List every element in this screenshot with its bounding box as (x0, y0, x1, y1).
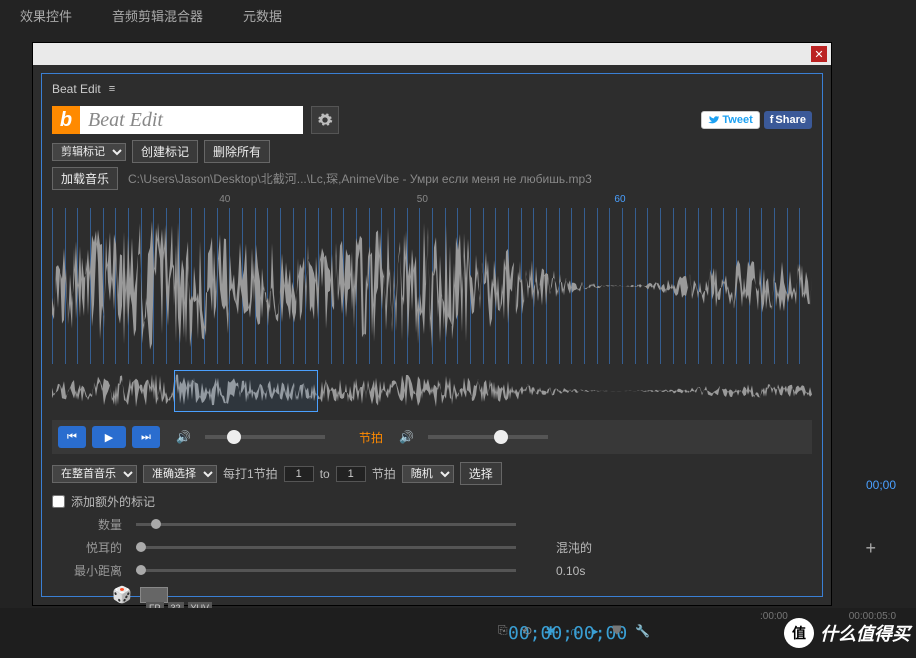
precision-dropdown[interactable]: 准确选择 (143, 465, 217, 483)
facebook-icon: f (770, 114, 774, 126)
share-button[interactable]: f Share (764, 111, 812, 129)
to-label: to (320, 467, 330, 481)
waveform-overview[interactable] (52, 370, 812, 412)
wrench-icon[interactable]: 🔧 (635, 624, 650, 638)
mindist-row: 最小距离 0.10s (52, 562, 812, 579)
random-dropdown[interactable]: 随机 (402, 465, 454, 483)
plus-icon[interactable]: + (865, 538, 876, 559)
menu-item[interactable]: 元数据 (243, 6, 282, 25)
logo-box: b Beat Edit (52, 106, 303, 134)
watermark-badge: 值 (784, 618, 814, 648)
time-ruler: 40 50 60 (52, 194, 812, 208)
volume-icon: 🔊 (176, 430, 191, 444)
detect-row: 在整首音乐 准确选择 每打1节拍 to 节拍 随机 选择 (52, 462, 812, 485)
scope-dropdown[interactable]: 在整首音乐 (52, 465, 137, 483)
snap-icon[interactable]: ✱ (546, 624, 556, 638)
chaotic-label: 混沌的 (556, 539, 592, 556)
amount-label: 数量 (52, 516, 122, 533)
beat-volume-slider[interactable] (428, 435, 548, 439)
top-menu: 效果控件 音频剪辑混合器 元数据 (0, 0, 916, 30)
dice-row: 🎲 (112, 585, 812, 605)
load-music-button[interactable]: 加载音乐 (52, 167, 118, 190)
marker-controls-row: 剪辑标记 创建标记 删除所有 (52, 140, 812, 163)
logo-icon: b (52, 106, 80, 134)
select-button[interactable]: 选择 (460, 462, 502, 485)
close-button[interactable]: ✕ (811, 46, 827, 62)
extra-checkbox-row: 添加额外的标记 (52, 493, 812, 510)
marker-tool-icon[interactable]: ▸ (592, 624, 598, 638)
menu-item[interactable]: 效果控件 (20, 6, 72, 25)
hamburger-icon[interactable]: ≡ (109, 83, 115, 95)
dice-icon[interactable]: 🎲 (112, 585, 132, 605)
ruler-tick-current: 60 (614, 194, 625, 205)
app-title: Beat Edit (80, 109, 303, 132)
mindist-label: 最小距离 (52, 562, 122, 579)
load-row: 加载音乐 C:\Users\Jason\Desktop\北截河...\Lc,琛,… (52, 167, 812, 190)
play-button[interactable]: ▶ (92, 426, 126, 448)
shield-icon[interactable]: ⛊ (612, 623, 621, 638)
to-input[interactable] (336, 466, 366, 482)
title-row: b Beat Edit Tweet f Share (52, 106, 812, 134)
prev-button[interactable]: ⏮ (58, 426, 86, 448)
ruler-tick: 50 (417, 194, 428, 205)
tool-icon[interactable]: ⟲ (522, 624, 532, 638)
volume-slider[interactable] (205, 435, 325, 439)
mindist-value: 0.10s (556, 564, 585, 578)
extra-markers-section: 添加额外的标记 数量 悦耳的 混沌的 最小距离 0.10s 🎲 (52, 493, 812, 605)
pleasing-row: 悦耳的 混沌的 (52, 539, 812, 556)
overview-selection[interactable] (174, 370, 318, 412)
side-timecode: 00;00 (866, 478, 896, 492)
amount-row: 数量 (52, 516, 812, 533)
gear-icon (317, 112, 333, 128)
create-markers-button[interactable]: 创建标记 (132, 140, 198, 163)
twitter-icon (708, 115, 720, 125)
panel-header: Beat Edit ≡ (52, 80, 812, 96)
file-path: C:\Users\Jason\Desktop\北截河...\Lc,琛,Anime… (128, 170, 592, 187)
next-button[interactable]: ⏭ (132, 426, 160, 448)
ruler-tick: 40 (219, 194, 230, 205)
watermark-text: 什么值得买 (820, 620, 910, 646)
amount-slider[interactable] (136, 523, 516, 526)
extra-checkbox-label: 添加额外的标记 (71, 493, 155, 510)
mindist-slider[interactable] (136, 569, 516, 572)
extra-markers-checkbox[interactable] (52, 495, 65, 508)
magnet-icon[interactable]: ∩ (570, 624, 579, 638)
beat-label2: 节拍 (372, 465, 396, 482)
pleasing-label: 悦耳的 (52, 539, 122, 556)
tweet-button[interactable]: Tweet (701, 111, 759, 129)
marker-type-dropdown[interactable]: 剪辑标记 (52, 143, 126, 161)
waveform-main (52, 208, 812, 364)
watermark: 值 什么值得买 (784, 618, 910, 648)
dialog-titlebar: ✕ (33, 43, 831, 65)
beat-volume-icon: 🔊 (399, 430, 414, 444)
pleasing-slider[interactable] (136, 546, 516, 549)
bottom-toolbar: 00;00;00;00 :00:00 00:00:05:0 (0, 608, 916, 658)
transport-bar: ⏮ ▶ ⏭ 🔊 节拍 🔊 (52, 420, 812, 454)
beat-edit-dialog: ✕ Beat Edit ≡ b Beat Edit Tweet (32, 42, 832, 606)
menu-item[interactable]: 音频剪辑混合器 (112, 6, 203, 25)
beat-vol-label: 节拍 (359, 429, 383, 446)
panel: Beat Edit ≡ b Beat Edit Tweet f (41, 73, 823, 597)
color-swatch[interactable] (140, 587, 168, 603)
settings-button[interactable] (311, 106, 339, 134)
app-background: 效果控件 音频剪辑混合器 元数据 00;00 + ✕ Beat Edit ≡ b… (0, 0, 916, 658)
insert-icon[interactable]: ⎘ (498, 623, 508, 638)
waveform-overview-svg (52, 370, 812, 412)
every-label: 每打1节拍 (223, 465, 278, 482)
waveform-area[interactable]: 40 50 60 (52, 194, 812, 364)
every-input[interactable] (284, 466, 314, 482)
timeline-tools: ⎘ ⟲ ✱ ∩ ▸ ⛊ 🔧 (498, 623, 650, 638)
social-buttons: Tweet f Share (701, 111, 812, 129)
clear-all-button[interactable]: 删除所有 (204, 140, 270, 163)
panel-title: Beat Edit (52, 82, 101, 96)
